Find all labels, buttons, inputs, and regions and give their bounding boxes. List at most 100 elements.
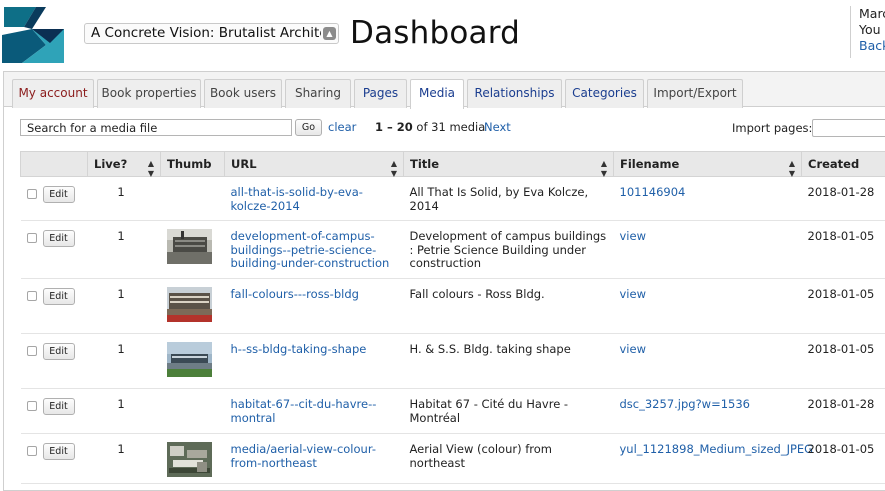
- edit-button[interactable]: Edit: [43, 230, 75, 247]
- title-cell: All That Is Solid, by Eva Kolcze, 2014: [404, 177, 614, 221]
- sort-icon: ▲▼: [601, 159, 607, 179]
- go-button[interactable]: Go: [295, 119, 322, 136]
- live-cell: 1: [88, 334, 161, 389]
- row-checkbox[interactable]: [27, 401, 37, 411]
- tab-pages[interactable]: Pages: [354, 79, 407, 108]
- table-row: Edit 1 media/aerial-view-colour-from-nor…: [21, 434, 885, 484]
- thumb-cell: [161, 434, 225, 484]
- ross-building-thumbnail[interactable]: [167, 287, 212, 322]
- app-logo: [2, 5, 64, 63]
- table-row: Edit 1 habitat-67--cit-du-havre--montral…: [21, 389, 885, 434]
- tab-media[interactable]: Media: [410, 79, 464, 109]
- column-header-label: Title: [410, 157, 439, 171]
- media-table: Live?▲▼ Thumb URL▲▼ Title▲▼ Filename▲▼ C…: [20, 151, 885, 484]
- title-cell: Development of campus buildings : Petrie…: [404, 221, 614, 279]
- tab-book-users[interactable]: Book users: [204, 79, 282, 108]
- tab-my-account[interactable]: My account: [12, 79, 94, 108]
- ss-building-thumbnail[interactable]: [167, 342, 212, 377]
- sort-icon: ▲▼: [391, 159, 397, 179]
- book-select[interactable]: A Concrete Vision: Brutalist Architectu …: [84, 23, 339, 44]
- filename-link[interactable]: yul_1121898_Medium_sized_JPEG: [620, 442, 814, 456]
- edit-button[interactable]: Edit: [43, 443, 75, 460]
- filename-link[interactable]: 101146904: [620, 185, 686, 199]
- live-cell: 1: [88, 389, 161, 434]
- edit-button[interactable]: Edit: [43, 398, 75, 415]
- live-cell: 1: [88, 177, 161, 221]
- row-checkbox[interactable]: [27, 233, 37, 243]
- media-panel: My account Book properties Book users Sh…: [3, 71, 885, 491]
- table-header-row: Live?▲▼ Thumb URL▲▼ Title▲▼ Filename▲▼ C…: [21, 152, 885, 177]
- pagination-range: 1 – 20: [375, 120, 413, 134]
- user-info: Marc You Back: [850, 6, 885, 58]
- title-cell: Habitat 67 - Cité du Havre - Montréal: [404, 389, 614, 434]
- created-cell: 2018-01-28: [802, 389, 885, 434]
- filename-cell: yul_1121898_Medium_sized_JPEG: [614, 434, 802, 484]
- column-header-url[interactable]: URL▲▼: [225, 152, 404, 177]
- filename-cell: dsc_3257.jpg?w=1536: [614, 389, 802, 434]
- url-link[interactable]: all-that-is-solid-by-eva-kolcze-2014: [231, 185, 363, 213]
- row-checkbox[interactable]: [27, 189, 37, 199]
- tab-categories[interactable]: Categories: [565, 79, 644, 108]
- url-link[interactable]: h--ss-bldg-taking-shape: [231, 342, 367, 356]
- url-cell: media/aerial-view-colour-from-northeast: [225, 434, 404, 484]
- live-cell: 1: [88, 434, 161, 484]
- column-header-label: Created: [808, 157, 859, 171]
- live-cell: 1: [88, 221, 161, 279]
- column-header-select: [21, 152, 88, 177]
- tab-sharing[interactable]: Sharing: [285, 79, 351, 108]
- column-header-title[interactable]: Title ▲▼: [404, 152, 614, 177]
- row-actions: Edit: [21, 389, 88, 434]
- filename-link[interactable]: view: [620, 287, 646, 301]
- row-checkbox[interactable]: [27, 346, 37, 356]
- next-page-link[interactable]: Next: [484, 120, 511, 134]
- campus-building-thumbnail[interactable]: [167, 229, 212, 264]
- page-title: Dashboard: [350, 13, 520, 53]
- aerial-view-thumbnail[interactable]: [167, 442, 212, 477]
- row-actions: Edit: [21, 221, 88, 279]
- tab-book-properties[interactable]: Book properties: [97, 79, 201, 108]
- clear-link[interactable]: clear: [328, 120, 356, 134]
- url-link[interactable]: development-of-campus-buildings--petrie-…: [231, 229, 390, 270]
- filename-link[interactable]: dsc_3257.jpg?w=1536: [620, 397, 751, 411]
- url-link[interactable]: fall-colours---ross-bldg: [231, 287, 359, 301]
- title-cell: Fall colours - Ross Bldg.: [404, 279, 614, 334]
- title-cell: H. & S.S. Bldg. taking shape: [404, 334, 614, 389]
- column-header-filename[interactable]: Filename▲▼: [614, 152, 802, 177]
- select-arrows-icon: ▲: [323, 27, 336, 40]
- sort-icon: ▲▼: [148, 159, 154, 179]
- created-cell: 2018-01-05: [802, 434, 885, 484]
- filename-cell: 101146904: [614, 177, 802, 221]
- created-cell: 2018-01-05: [802, 334, 885, 389]
- tab-relationships[interactable]: Relationships: [467, 79, 562, 108]
- url-link[interactable]: media/aerial-view-colour-from-northeast: [231, 442, 376, 470]
- edit-button[interactable]: Edit: [43, 288, 75, 305]
- pagination-total: of 31 media: [413, 120, 486, 134]
- filename-link[interactable]: view: [620, 229, 646, 243]
- edit-button[interactable]: Edit: [43, 343, 75, 360]
- thumb-cell: [161, 221, 225, 279]
- filename-link[interactable]: view: [620, 342, 646, 356]
- sort-icon: ▲▼: [789, 159, 795, 179]
- column-header-created[interactable]: Created▲▼: [802, 152, 885, 177]
- back-link[interactable]: Back: [859, 38, 885, 54]
- url-cell: fall-colours---ross-bldg: [225, 279, 404, 334]
- thumb-cell: [161, 279, 225, 334]
- row-checkbox[interactable]: [27, 291, 37, 301]
- media-search-input[interactable]: [20, 119, 292, 136]
- thumb-cell: [161, 177, 225, 221]
- row-checkbox[interactable]: [27, 446, 37, 456]
- tab-import-export[interactable]: Import/Export: [647, 79, 743, 108]
- table-row: Edit 1 fall-colours---ross-bldg Fall col…: [21, 279, 885, 334]
- filename-cell: view: [614, 221, 802, 279]
- row-actions: Edit: [21, 334, 88, 389]
- table-row: Edit 1 h--ss-bldg-taking-shape H. & S.S.…: [21, 334, 885, 389]
- edit-button[interactable]: Edit: [43, 186, 75, 203]
- column-header-live[interactable]: Live?▲▼: [88, 152, 161, 177]
- row-actions: Edit: [21, 177, 88, 221]
- created-cell: 2018-01-05: [802, 279, 885, 334]
- url-cell: all-that-is-solid-by-eva-kolcze-2014: [225, 177, 404, 221]
- import-pages-input[interactable]: [812, 119, 885, 137]
- row-actions: Edit: [21, 434, 88, 484]
- url-link[interactable]: habitat-67--cit-du-havre--montral: [231, 397, 377, 425]
- live-cell: 1: [88, 279, 161, 334]
